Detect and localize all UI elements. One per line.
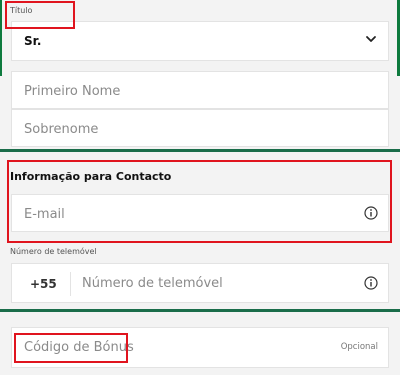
section-divider — [0, 149, 400, 152]
optional-label: Opcional — [340, 342, 378, 352]
last-name-placeholder: Sobrenome — [24, 122, 99, 137]
title-select-value: Sr. — [24, 34, 42, 48]
first-name-field[interactable]: Primeiro Nome — [11, 71, 389, 109]
chevron-down-icon — [366, 36, 376, 42]
phone-divider — [70, 272, 71, 296]
phone-placeholder: Número de telemóvel — [82, 276, 223, 291]
country-code-prefix[interactable]: +55 — [30, 277, 57, 291]
title-label-highlight — [5, 1, 75, 29]
phone-field[interactable]: +55 Número de telemóvel — [11, 263, 389, 303]
section-divider — [0, 309, 400, 312]
first-name-placeholder: Primeiro Nome — [24, 84, 121, 99]
contact-section-highlight — [7, 160, 392, 243]
info-icon[interactable] — [364, 276, 378, 290]
phone-label: Número de telemóvel — [10, 247, 97, 256]
last-name-field[interactable]: Sobrenome — [11, 109, 389, 147]
left-accent-edge — [0, 0, 2, 76]
bonus-code-highlight — [14, 333, 128, 363]
